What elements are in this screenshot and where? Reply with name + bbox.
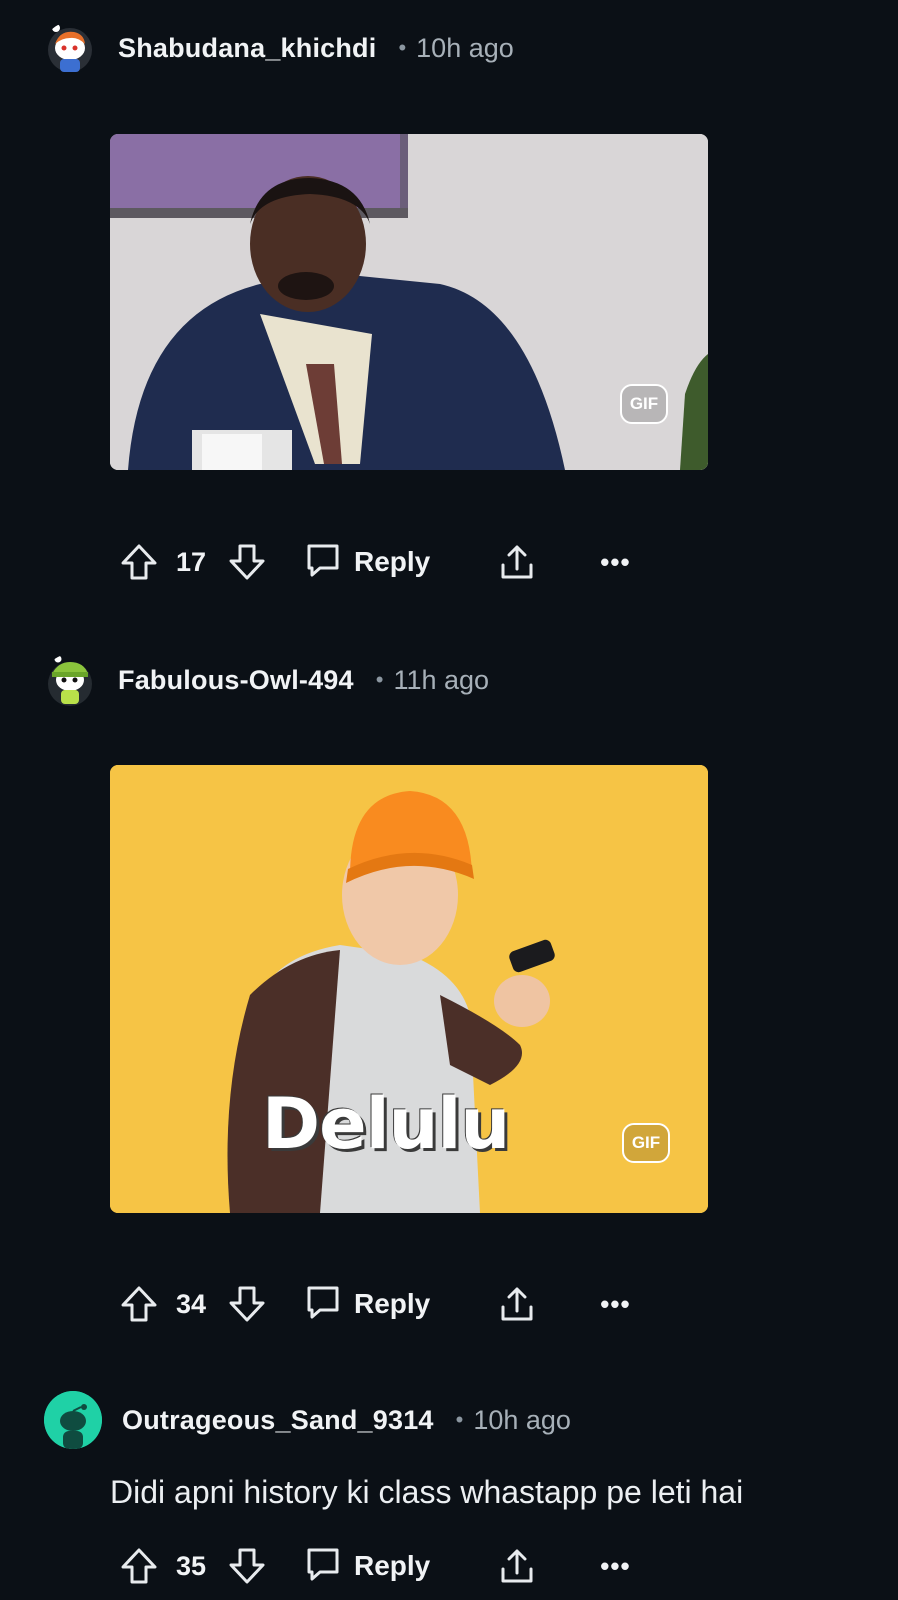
upvote-icon[interactable] — [118, 1283, 160, 1325]
reply-label: Reply — [354, 546, 431, 577]
avatar[interactable] — [44, 1391, 102, 1449]
reply-icon — [304, 541, 342, 584]
gif-image[interactable]: Delulu GIF — [110, 765, 708, 1213]
separator-dot: • — [398, 35, 407, 60]
vote-count: 34 — [176, 1288, 207, 1319]
share-icon[interactable] — [496, 1283, 538, 1325]
action-bar: 17 Reply ••• — [118, 538, 631, 586]
more-options-icon[interactable]: ••• — [600, 549, 630, 575]
gif-caption: Delulu — [262, 1083, 510, 1165]
timestamp: 11h ago — [393, 664, 490, 695]
reply-button[interactable]: Reply — [304, 541, 430, 584]
vote-count: 17 — [176, 546, 207, 577]
comment-text: Didi apni history ki class whastapp pe l… — [110, 1474, 744, 1510]
reply-label: Reply — [354, 1288, 431, 1319]
timestamp: 10h ago — [416, 32, 514, 63]
comment-header: Shabudana_khichdi • 10h ago — [44, 20, 514, 76]
separator-dot: • — [455, 1407, 464, 1432]
reply-button[interactable]: Reply — [304, 1545, 430, 1588]
timestamp: 10h ago — [473, 1404, 571, 1435]
more-options-icon[interactable]: ••• — [600, 1553, 630, 1579]
avatar[interactable] — [44, 22, 96, 74]
gif-badge: GIF — [620, 384, 668, 424]
more-options-icon[interactable]: ••• — [600, 1291, 630, 1317]
gif-image[interactable]: GIF — [110, 134, 708, 470]
reply-icon — [304, 1545, 342, 1588]
share-icon[interactable] — [496, 541, 538, 583]
reply-button[interactable]: Reply — [304, 1283, 430, 1326]
avatar[interactable] — [44, 654, 96, 706]
upvote-icon[interactable] — [118, 541, 160, 583]
vote-count: 35 — [176, 1550, 207, 1581]
separator-dot: • — [375, 667, 384, 692]
downvote-icon[interactable] — [226, 1283, 268, 1325]
username[interactable]: Fabulous-Owl-494 — [118, 665, 354, 696]
downvote-icon[interactable] — [226, 1545, 268, 1587]
gif-badge: GIF — [622, 1123, 670, 1163]
username[interactable]: Shabudana_khichdi — [118, 33, 376, 64]
downvote-icon[interactable] — [226, 541, 268, 583]
username[interactable]: Outrageous_Sand_9314 — [122, 1405, 434, 1436]
share-icon[interactable] — [496, 1545, 538, 1587]
upvote-icon[interactable] — [118, 1545, 160, 1587]
reply-label: Reply — [354, 1550, 431, 1581]
comment-header: Fabulous-Owl-494 • 11h ago — [44, 652, 489, 708]
comment-header: Outrageous_Sand_9314 • 10h ago — [44, 1391, 571, 1449]
reply-icon — [304, 1283, 342, 1326]
action-bar: 34 Reply ••• — [118, 1280, 631, 1328]
action-bar: 35 Reply ••• — [118, 1542, 631, 1590]
